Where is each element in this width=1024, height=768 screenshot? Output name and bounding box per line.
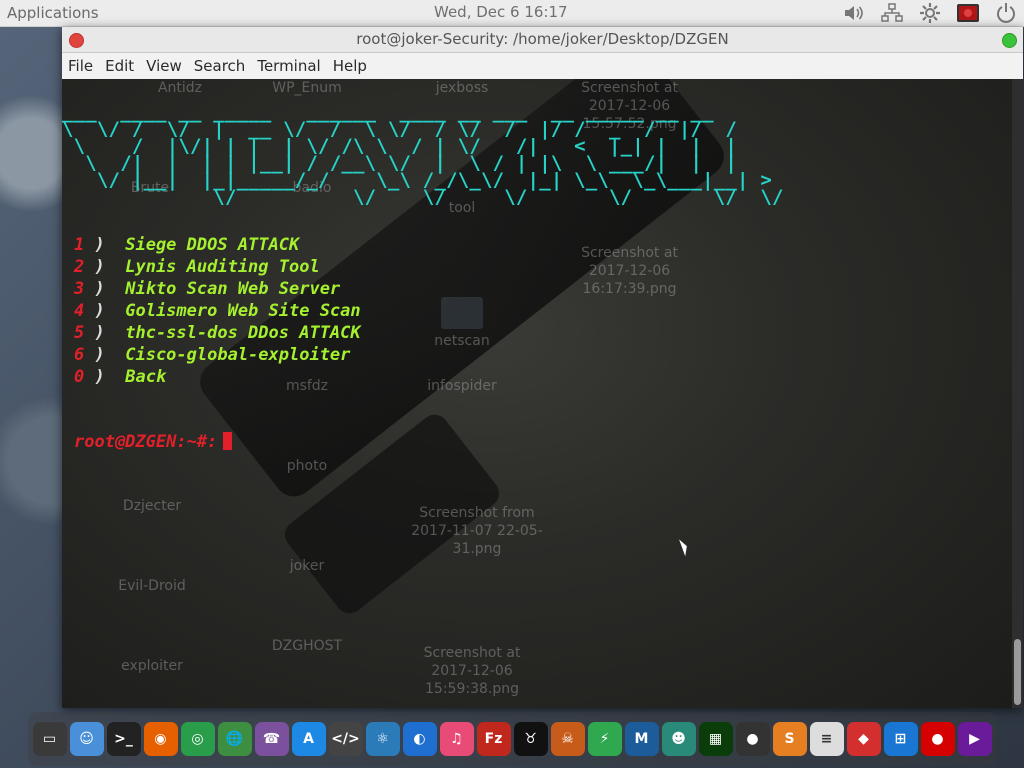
menu-option[interactable]: 4 ) Golismero Web Site Scan	[74, 300, 361, 322]
menu-file[interactable]: File	[62, 57, 99, 75]
menu-option[interactable]: 3 ) Nikto Scan Web Server	[74, 278, 361, 300]
anime-icon[interactable]: ☻	[661, 722, 696, 756]
dzgen-ascii-banner: ___ ____ __ _____ ______ ____ __ ___ __ …	[62, 101, 784, 208]
palette-icon[interactable]: ●	[735, 722, 770, 756]
desktop-icon: Dzjecter	[122, 498, 182, 514]
window-titlebar[interactable]: root@joker-Security: /home/joker/Desktop…	[62, 27, 1023, 53]
lightning-icon[interactable]: ⚡	[587, 722, 622, 756]
code-editor-icon[interactable]: </>	[328, 722, 363, 756]
menu-terminal[interactable]: Terminal	[251, 57, 326, 75]
terminal-icon[interactable]: >_	[106, 722, 141, 756]
tool-menu: 1 ) Siege DDOS ATTACK 2 ) Lynis Auditing…	[74, 234, 361, 388]
metasploit-icon[interactable]: M	[624, 722, 659, 756]
desktop-icon: photo	[286, 458, 328, 474]
notes-icon[interactable]: ≡	[809, 722, 844, 756]
menu-option[interactable]: 0 ) Back	[74, 366, 361, 388]
desktop-icon: jexboss	[435, 80, 489, 96]
atom-icon[interactable]: ⚛	[365, 722, 400, 756]
diamond-icon[interactable]: ◆	[846, 722, 881, 756]
applications-menu[interactable]: Applications	[7, 4, 99, 22]
desktop-icon: netscan	[427, 297, 497, 350]
menu-option[interactable]: 5 ) thc-ssl-dos DDos ATTACK	[74, 322, 361, 344]
desktop-icon: Antidz	[157, 80, 203, 96]
desktop-icon: joker	[289, 558, 325, 574]
menu-option[interactable]: 2 ) Lynis Auditing Tool	[74, 256, 361, 278]
terminal-window[interactable]: root@joker-Security: /home/joker/Desktop…	[62, 27, 1023, 708]
display-settings-icon[interactable]: ▭	[32, 722, 67, 756]
menu-search[interactable]: Search	[188, 57, 252, 75]
app-store-icon[interactable]: A	[291, 722, 326, 756]
chrome-icon[interactable]: ◎	[180, 722, 215, 756]
filezilla-icon[interactable]: Fz	[476, 722, 511, 756]
safari-icon[interactable]: ◐	[402, 722, 437, 756]
tray-icons	[842, 1, 1018, 25]
dock: ▭ ☺ >_ ◉ ◎ 🌐 ☎ A </> ⚛ ◐ ♫ Fz ♉ ☠ ⚡ M ☻ ▦ ● S ≡ ◆ ⊞ ● ▶	[28, 712, 996, 766]
skull-icon[interactable]: ☠	[550, 722, 585, 756]
menu-view[interactable]: View	[140, 57, 188, 75]
video-editor-icon[interactable]: ▶	[957, 722, 992, 756]
window-title: root@joker-Security: /home/joker/Desktop…	[356, 30, 729, 48]
scrollbar-thumb[interactable]	[1014, 639, 1021, 705]
top-panel: Applications Wed, Dec 6 16:17	[0, 0, 1024, 27]
desktop-icon: Screenshot at 2017-12-06 16:17:39.png	[581, 245, 678, 297]
desktop-icon: DZGHOST	[271, 638, 343, 654]
matrix-icon[interactable]: ▦	[698, 722, 733, 756]
menu-option[interactable]: 6 ) Cisco-global-exploiter	[74, 344, 361, 366]
record-icon[interactable]: ●	[920, 722, 955, 756]
desktop-icon: WP_Enum	[272, 80, 342, 96]
menu-help[interactable]: Help	[327, 57, 373, 75]
desktop-icon: Evil-Droid	[118, 578, 186, 594]
menu-option[interactable]: 1 ) Siege DDOS ATTACK	[74, 234, 361, 256]
screen-recorder-icon[interactable]	[956, 1, 980, 25]
finder-icon[interactable]: ☺	[69, 722, 104, 756]
power-icon[interactable]	[994, 1, 1018, 25]
text-cursor	[223, 432, 233, 450]
clock[interactable]: Wed, Dec 6 16:17	[434, 3, 568, 21]
desktop-icon: exploiter	[121, 658, 183, 674]
music-icon[interactable]: ♫	[439, 722, 474, 756]
bull-icon[interactable]: ♉	[513, 722, 548, 756]
maximize-button[interactable]	[1002, 33, 1017, 48]
desktop-icon: Screenshot at 2017-12-06 15:59:38.png	[423, 645, 521, 697]
settings-icon[interactable]	[918, 1, 942, 25]
menu-edit[interactable]: Edit	[99, 57, 140, 75]
menubar: File Edit View Search Terminal Help	[62, 53, 1023, 80]
shell-prompt[interactable]: root@DZGEN:~#:	[74, 432, 233, 452]
desktop-icon: Screenshot from 2017-11-07 22-05-31.png	[411, 505, 543, 557]
sublime-icon[interactable]: S	[772, 722, 807, 756]
volume-icon[interactable]	[842, 1, 866, 25]
globe-icon[interactable]: 🌐	[217, 722, 252, 756]
network-icon[interactable]	[880, 1, 904, 25]
windows-icon[interactable]: ⊞	[883, 722, 918, 756]
close-button[interactable]	[69, 33, 84, 48]
desktop-icon: infospider	[427, 378, 497, 394]
terminal-content[interactable]: Antidz WP_Enum jexboss Screenshot at 201…	[62, 79, 1012, 708]
firefox-icon[interactable]: ◉	[143, 722, 178, 756]
scrollbar[interactable]	[1012, 79, 1023, 708]
viber-icon[interactable]: ☎	[254, 722, 289, 756]
